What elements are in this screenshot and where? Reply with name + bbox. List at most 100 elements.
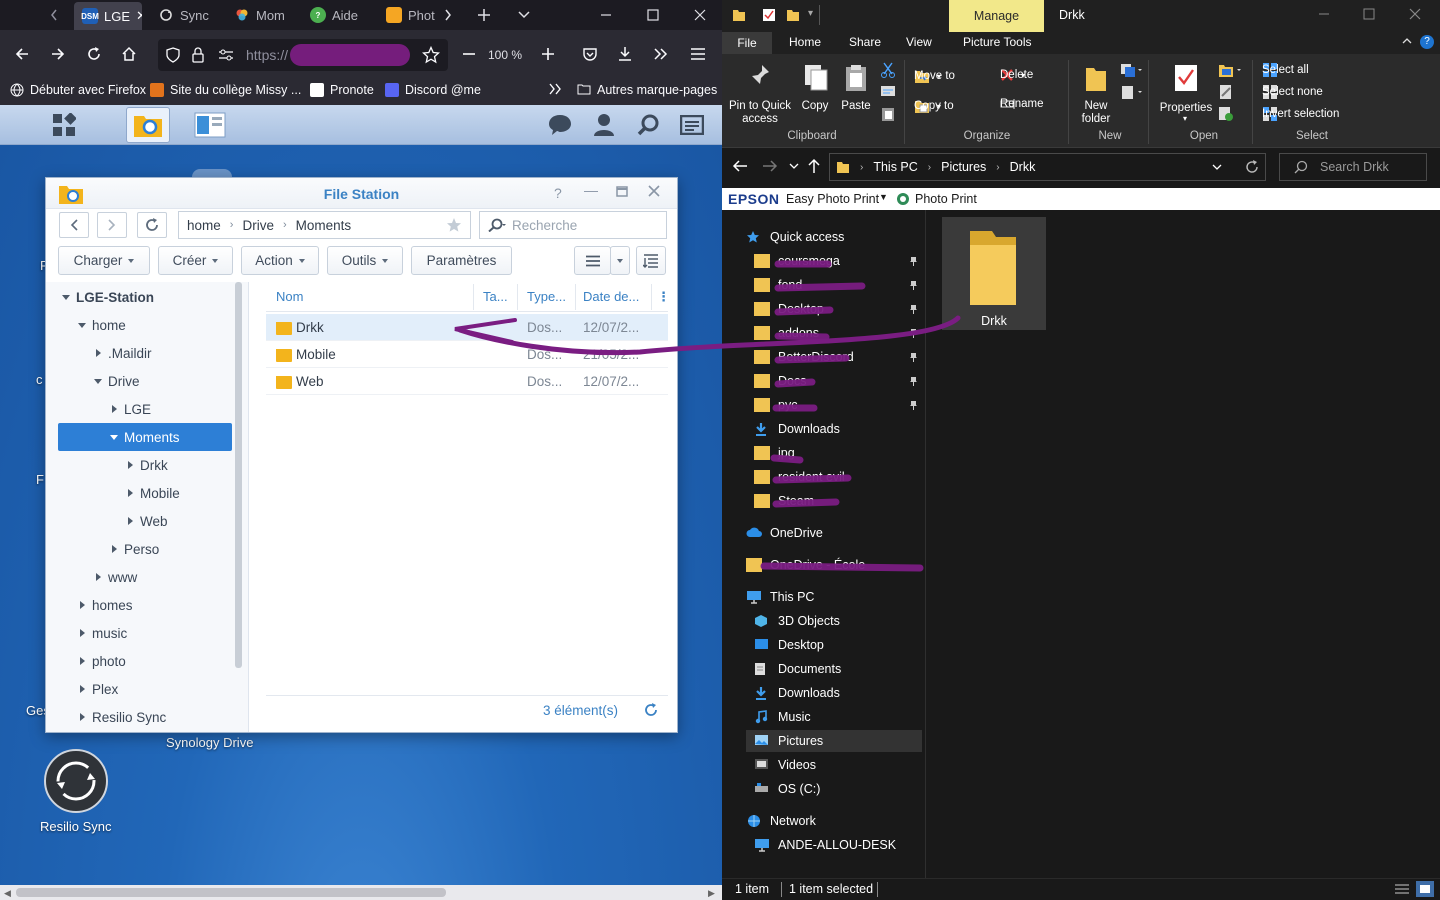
back-button[interactable] [8, 40, 36, 68]
reload-button[interactable] [80, 40, 108, 68]
properties-qat-icon[interactable] [762, 8, 776, 22]
properties-button[interactable]: Properties ▾ [1156, 58, 1216, 128]
tab-help[interactable]: ? Aide [302, 0, 370, 30]
nav-onedrive-folder[interactable]: OneDrive - École [746, 554, 865, 576]
search-input[interactable]: Search Drkk [1279, 153, 1427, 181]
view-mode-button[interactable] [574, 246, 611, 275]
table-row[interactable]: Mobile Dos... 21/05/2... [266, 341, 668, 368]
nav-qa-item[interactable]: addons [754, 322, 819, 344]
shield-icon[interactable] [166, 47, 180, 63]
table-row[interactable]: Web Dos... 12/07/2... [266, 368, 668, 395]
forward-button[interactable] [762, 159, 778, 173]
tree-node-web[interactable]: Web [124, 510, 168, 532]
table-row[interactable]: Drkk Dos... 12/07/2... [266, 314, 668, 341]
tab-scroll-left-button[interactable] [34, 0, 74, 30]
tab-picture-tools[interactable]: Picture Tools [963, 35, 1031, 49]
details-view-icon[interactable] [1394, 883, 1410, 895]
tree-node-photo[interactable]: photo [76, 650, 126, 672]
refresh-button[interactable] [137, 212, 167, 238]
file-station-taskbar-icon[interactable] [126, 107, 170, 143]
move-to-button[interactable]: Move to ▾ [914, 68, 955, 84]
nav-downloads-qa[interactable]: Downloads [754, 418, 840, 440]
nav-qa-item[interactable]: Docs [754, 370, 806, 392]
tree-node-moments[interactable]: Moments [58, 423, 232, 451]
minimize-button[interactable] [586, 0, 626, 30]
tab-moments[interactable]: Mom [226, 0, 294, 30]
nav-qa-item[interactable]: coursmega [754, 250, 840, 272]
lock-icon[interactable] [192, 47, 204, 63]
widgets-icon[interactable] [670, 107, 714, 143]
refresh-icon[interactable] [1245, 160, 1259, 174]
nav-music[interactable]: Music [754, 706, 811, 728]
help-icon[interactable]: ? [1420, 35, 1434, 49]
column-name[interactable]: Nom [276, 289, 303, 304]
breadcrumb[interactable]: home › Drive › Moments [178, 211, 471, 239]
synology-drive-label[interactable]: Synology Drive [166, 735, 253, 750]
view-mode-dropdown[interactable] [610, 246, 630, 275]
list-tabs-button[interactable] [504, 0, 544, 30]
search-icon[interactable] [626, 107, 670, 143]
tree-node-music[interactable]: music [76, 622, 127, 644]
main-menu-icon[interactable] [42, 107, 86, 143]
nav-3d-objects[interactable]: 3D Objects [754, 610, 840, 632]
close-button[interactable] [648, 185, 660, 197]
copy-to-button[interactable]: Copy to ▾ [914, 98, 954, 114]
address-drkk[interactable]: Drkk [1010, 160, 1036, 174]
resilio-sync-label[interactable]: Resilio Sync [40, 819, 112, 834]
history-icon[interactable] [1218, 106, 1234, 122]
rename-button[interactable]: Rename [1000, 98, 1043, 110]
bookmark-discord[interactable]: Discord @me [385, 83, 481, 97]
photo-print-button[interactable]: Photo Print [915, 192, 977, 206]
nav-qa-item[interactable]: resident evil [754, 466, 845, 488]
chevron-down-icon[interactable]: ▼ [879, 192, 888, 202]
tree-node-maildir[interactable]: .Maildir [92, 342, 152, 364]
new-tab-button[interactable] [464, 0, 504, 30]
maximize-button[interactable] [616, 185, 628, 197]
scroll-left-icon[interactable]: ◀ [4, 888, 11, 899]
tab-file[interactable]: File [722, 32, 772, 54]
back-button[interactable] [59, 212, 89, 238]
explorer-titlebar[interactable]: ▾ Manage Drkk [722, 0, 1440, 32]
up-button[interactable] [807, 158, 821, 174]
nav-videos[interactable]: Videos [754, 754, 816, 776]
zoom-level[interactable]: 100 % [488, 48, 522, 62]
bookmark-star-icon[interactable] [422, 46, 440, 64]
nav-onedrive[interactable]: OneDrive [746, 522, 823, 544]
easy-access-icon[interactable] [1120, 84, 1144, 100]
nav-qa-item[interactable]: BetterDiscord [754, 346, 854, 368]
forward-button[interactable] [97, 212, 127, 238]
tree-node-resilio-sync[interactable]: Resilio Sync [76, 706, 166, 728]
tree-node-mobile[interactable]: Mobile [124, 482, 180, 504]
downloads-icon[interactable] [611, 40, 639, 68]
action-button[interactable]: Action [241, 246, 319, 275]
breadcrumb-home[interactable]: home [187, 218, 221, 233]
bookmark-pronote[interactable]: Pronote [310, 83, 374, 97]
create-button[interactable]: Créer [158, 246, 233, 275]
tree-node-homes[interactable]: homes [76, 594, 133, 616]
breadcrumb-moments[interactable]: Moments [296, 218, 352, 233]
nav-quick-access[interactable]: Quick access [746, 226, 844, 248]
favorite-star-icon[interactable] [446, 217, 462, 233]
pocket-icon[interactable] [576, 40, 604, 68]
column-options-icon[interactable]: ⋮ [657, 289, 670, 305]
nav-os-drive[interactable]: OS (C:) [754, 778, 820, 800]
minimize-button[interactable] [1318, 8, 1330, 20]
nav-downloads[interactable]: Downloads [754, 682, 840, 704]
horizontal-scrollbar[interactable]: ◀ ▶ [0, 885, 722, 900]
tab-scroll-right-button[interactable] [428, 0, 468, 30]
tab-lge[interactable]: DSM LGE ✕ [74, 2, 142, 30]
nav-network[interactable]: Network [746, 810, 816, 832]
edit-icon[interactable] [1218, 84, 1234, 100]
nav-documents[interactable]: Documents [754, 658, 841, 680]
url-bar[interactable]: https:// [158, 39, 448, 71]
nav-this-pc[interactable]: This PC [746, 586, 814, 608]
minimize-button[interactable]: — [584, 182, 598, 198]
control-panel-taskbar-icon[interactable] [188, 107, 232, 143]
tree-node-lge-station[interactable]: LGE-Station [60, 286, 154, 308]
permissions-icon[interactable] [218, 48, 234, 62]
new-folder-qat-icon[interactable] [786, 8, 800, 22]
nav-qa-item[interactable]: Desktop [754, 298, 824, 320]
tab-home[interactable]: Home [789, 35, 821, 49]
other-bookmarks[interactable]: Autres marque-pages [577, 83, 717, 97]
delete-button[interactable]: Delete ▾ [1000, 68, 1033, 82]
